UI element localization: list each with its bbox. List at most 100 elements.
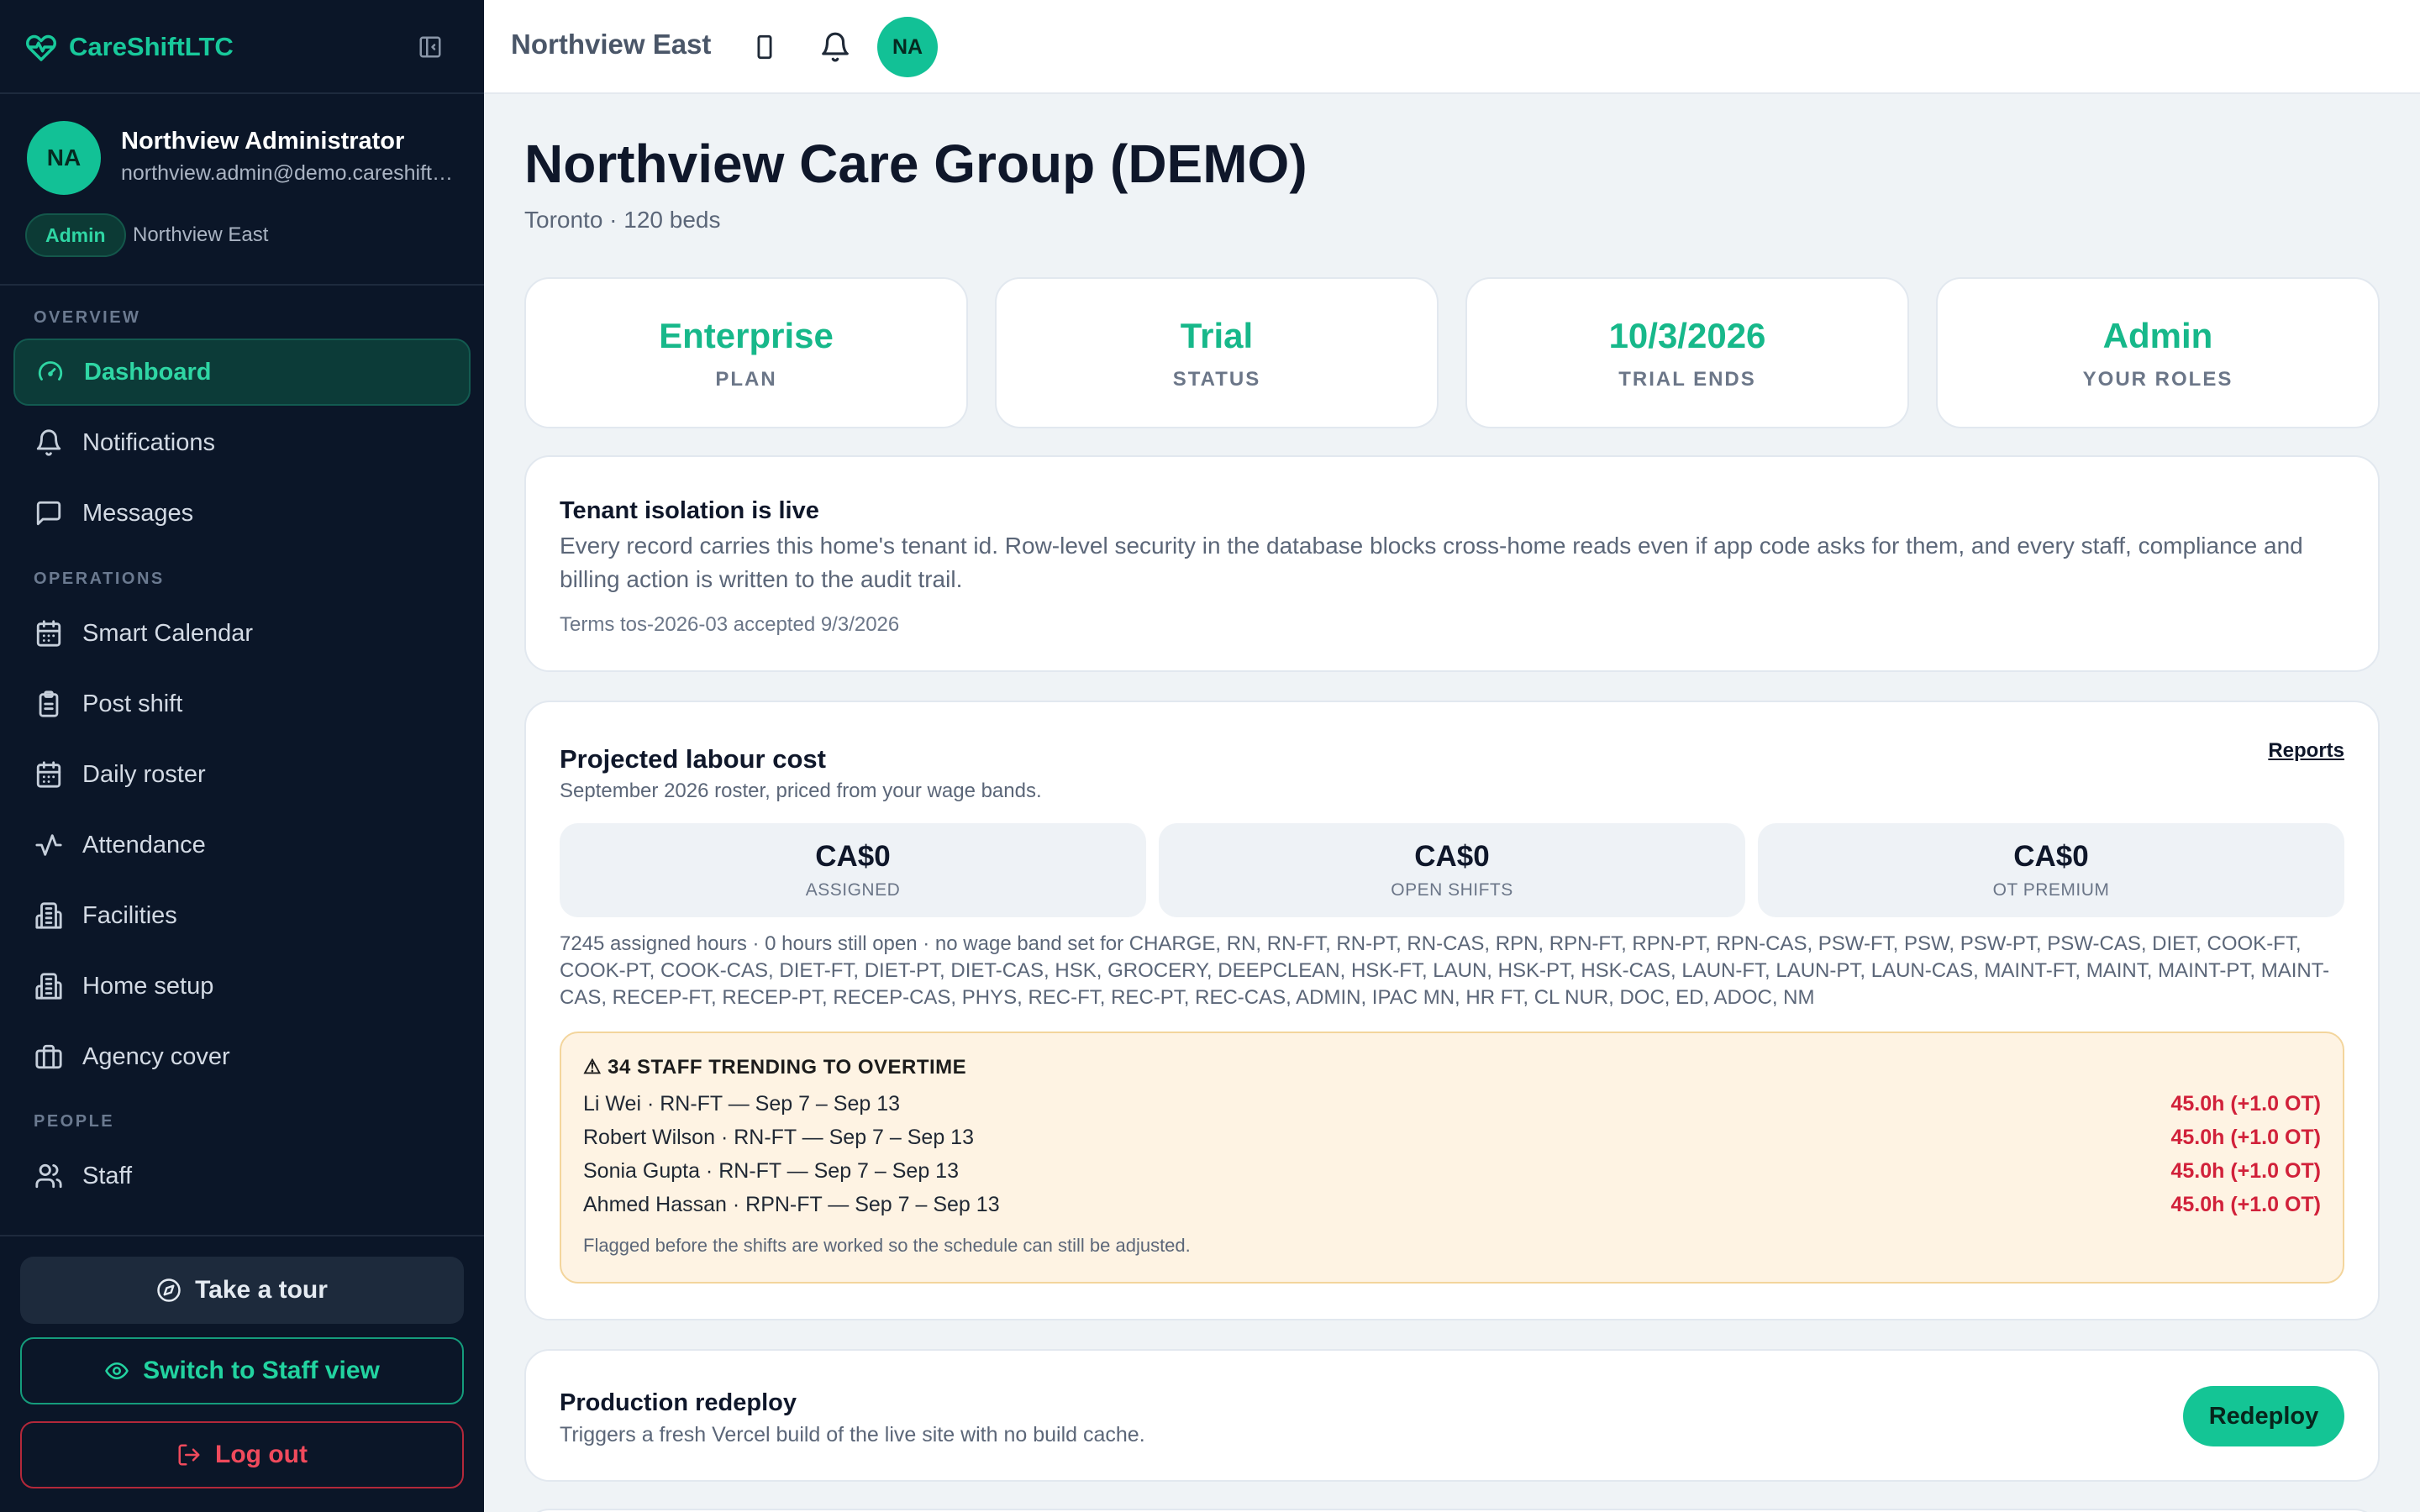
sidebar-item-label: Smart Calendar: [82, 619, 254, 647]
sidebar-item-messages[interactable]: Messages: [13, 480, 471, 547]
switch-staff-view-button[interactable]: Switch to Staff view: [20, 1337, 464, 1404]
calendar-icon: [34, 759, 64, 790]
avatar[interactable]: NA: [877, 17, 938, 77]
labour-cost-title: Projected labour cost: [560, 744, 826, 774]
tenant-isolation-title: Tenant isolation is live: [560, 497, 819, 524]
stat-value: Enterprise: [659, 316, 834, 355]
redeploy-subtitle: Triggers a fresh Vercel build of the liv…: [560, 1423, 1145, 1446]
sidebar-item-label: Agency cover: [82, 1042, 230, 1070]
building-icon: [34, 971, 64, 1001]
overtime-staff: Sonia Gupta · RN-FT — Sep 7 – Sep 13: [583, 1158, 959, 1183]
clipboard-icon: [34, 689, 64, 719]
take-tour-label: Take a tour: [195, 1276, 328, 1304]
overtime-row: Sonia Gupta · RN-FT — Sep 7 – Sep 13 45.…: [583, 1154, 2321, 1188]
sidebar-item-agency-cover[interactable]: Agency cover: [13, 1023, 471, 1090]
sidebar-collapse-icon[interactable]: [415, 32, 445, 62]
sidebar: CareShiftLTC NA Northview Administrator …: [0, 0, 484, 1512]
cost-tile-open-shifts: CA$0 OPEN SHIFTS: [1159, 823, 1745, 917]
stat-card-trial-ends: 10/3/2026 TRIAL ENDS: [1465, 277, 1909, 428]
topbar: Northview East NA: [484, 0, 2420, 94]
divider: [0, 1235, 484, 1236]
overtime-staff: Robert Wilson · RN-FT — Sep 7 – Sep 13: [583, 1125, 974, 1149]
page-subtitle: Toronto · 120 beds: [524, 207, 721, 233]
tenant-isolation-card: Tenant isolation is live Every record ca…: [524, 455, 2380, 672]
users-icon: [34, 1161, 64, 1191]
overtime-heading: ⚠ 34 STAFF TRENDING TO OVERTIME: [583, 1056, 967, 1079]
sidebar-item-label: Facilities: [82, 901, 177, 929]
overtime-footer: Flagged before the shifts are worked so …: [583, 1235, 1191, 1256]
stat-label: STATUS: [1172, 368, 1261, 391]
labour-cost-card: Projected labour cost September 2026 ros…: [524, 701, 2380, 1320]
terms-accepted: Terms tos-2026-03 accepted 9/3/2026: [560, 613, 900, 636]
sidebar-item-dashboard[interactable]: Dashboard: [13, 339, 471, 406]
overtime-row: Ahmed Hassan · RPN-FT — Sep 7 – Sep 13 4…: [583, 1188, 2321, 1221]
sidebar-item-home-setup[interactable]: Home setup: [13, 953, 471, 1020]
brand[interactable]: CareShiftLTC: [25, 30, 234, 64]
cost-tile-assigned: CA$0 ASSIGNED: [560, 823, 1146, 917]
overtime-alert: ⚠ 34 STAFF TRENDING TO OVERTIME Li Wei ·…: [560, 1032, 2344, 1284]
next-card-peek: [524, 1509, 2380, 1512]
bell-icon: [34, 428, 64, 458]
stat-card-roles: Admin YOUR ROLES: [1936, 277, 2380, 428]
cost-tile-ot-premium: CA$0 OT PREMIUM: [1758, 823, 2344, 917]
stat-value: 10/3/2026: [1608, 316, 1766, 355]
sidebar-item-label: Daily roster: [82, 760, 206, 788]
stat-label: TRIAL ENDS: [1618, 368, 1756, 391]
sidebar-item-attendance[interactable]: Attendance: [13, 811, 471, 879]
logout-label: Log out: [215, 1441, 308, 1468]
tenant-isolation-body: Every record carries this home's tenant …: [560, 533, 2303, 592]
switch-staff-view-label: Switch to Staff view: [143, 1357, 380, 1384]
avatar[interactable]: NA: [27, 121, 101, 195]
redeploy-card: Production redeploy Triggers a fresh Ver…: [524, 1349, 2380, 1482]
logout-icon: [176, 1442, 202, 1467]
section-label-operations: OPERATIONS: [34, 570, 165, 588]
labour-cost-subtitle: September 2026 roster, priced from your …: [560, 780, 1042, 802]
divider: [0, 92, 484, 94]
mobile-icon[interactable]: [746, 29, 783, 66]
reports-link[interactable]: Reports: [2268, 739, 2344, 763]
sidebar-item-label: Dashboard: [84, 358, 212, 386]
sidebar-item-facilities[interactable]: Facilities: [13, 882, 471, 949]
overtime-staff: Ahmed Hassan · RPN-FT — Sep 7 – Sep 13: [583, 1192, 1000, 1216]
overtime-hours: 45.0h (+1.0 OT): [2170, 1091, 2321, 1116]
briefcase-icon: [34, 1042, 64, 1072]
overtime-row: Li Wei · RN-FT — Sep 7 – Sep 13 45.0h (+…: [583, 1087, 2321, 1121]
user-name: Northview Administrator: [121, 128, 405, 155]
sidebar-item-label: Attendance: [82, 831, 206, 858]
cost-label: OT PREMIUM: [1992, 880, 2110, 900]
gauge-icon: [35, 357, 66, 387]
section-label-people: PEOPLE: [34, 1112, 115, 1131]
stat-value: Trial: [1180, 316, 1254, 355]
sidebar-item-staff[interactable]: Staff: [13, 1142, 471, 1210]
sidebar-item-post-shift[interactable]: Post shift: [13, 670, 471, 738]
cost-label: OPEN SHIFTS: [1391, 880, 1513, 900]
overtime-row: Robert Wilson · RN-FT — Sep 7 – Sep 13 4…: [583, 1121, 2321, 1154]
stat-label: YOUR ROLES: [2082, 368, 2233, 391]
message-icon: [34, 498, 64, 528]
compass-icon: [156, 1278, 182, 1303]
overtime-hours: 45.0h (+1.0 OT): [2170, 1192, 2321, 1216]
sidebar-item-label: Messages: [82, 499, 194, 527]
overtime-hours: 45.0h (+1.0 OT): [2170, 1158, 2321, 1183]
redeploy-button[interactable]: Redeploy: [2183, 1386, 2344, 1446]
cost-value: CA$0: [815, 840, 891, 873]
stat-card-plan: Enterprise PLAN: [524, 277, 968, 428]
redeploy-title: Production redeploy: [560, 1389, 797, 1416]
cost-value: CA$0: [1414, 840, 1490, 873]
labour-hours-note: 7245 assigned hours · 0 hours still open…: [560, 932, 2330, 1009]
stat-card-status: Trial STATUS: [995, 277, 1439, 428]
sidebar-item-notifications[interactable]: Notifications: [13, 409, 471, 476]
sidebar-item-daily-roster[interactable]: Daily roster: [13, 741, 471, 808]
logout-button[interactable]: Log out: [20, 1421, 464, 1488]
sidebar-item-label: Notifications: [82, 428, 215, 456]
sidebar-item-smart-calendar[interactable]: Smart Calendar: [13, 600, 471, 667]
take-tour-button[interactable]: Take a tour: [20, 1257, 464, 1324]
sidebar-item-label: Staff: [82, 1162, 133, 1189]
building-icon: [34, 900, 64, 931]
overtime-hours: 45.0h (+1.0 OT): [2170, 1125, 2321, 1149]
stat-label: PLAN: [715, 368, 777, 391]
bell-icon[interactable]: [817, 29, 854, 66]
role-badge: Admin: [25, 213, 126, 257]
cost-label: ASSIGNED: [805, 880, 901, 900]
calendar-icon: [34, 618, 64, 648]
